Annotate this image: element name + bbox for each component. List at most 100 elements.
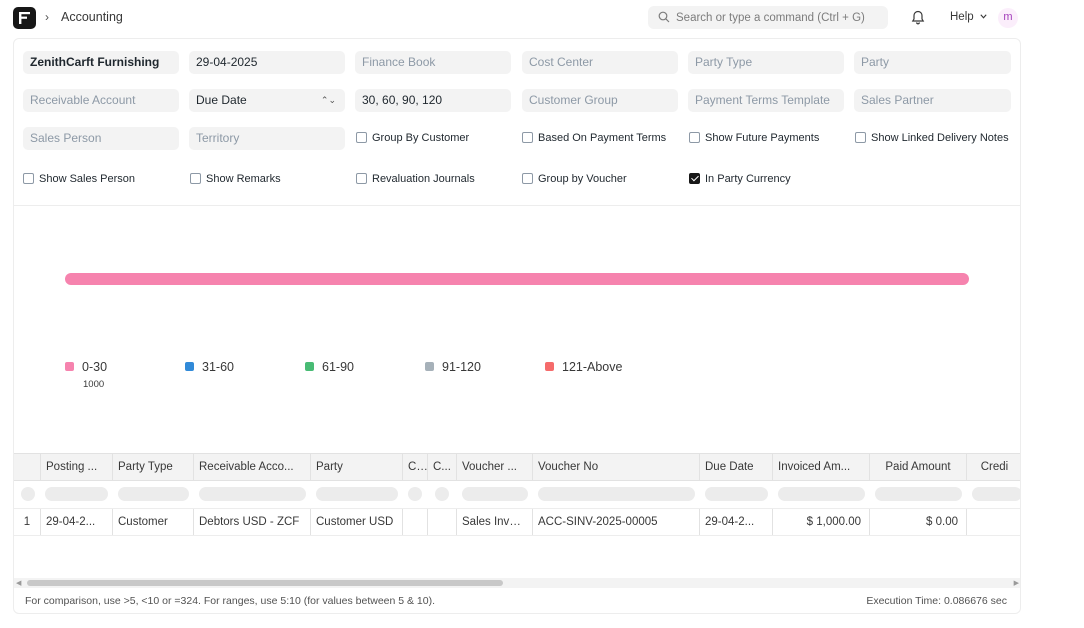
cell-due-date[interactable]: 29-04-2... xyxy=(700,509,773,535)
filter-placeholder[interactable] xyxy=(408,487,422,501)
legend-swatch xyxy=(305,362,314,371)
cell-credit-note[interactable] xyxy=(967,509,1020,535)
user-avatar[interactable]: m xyxy=(998,8,1018,28)
report-date-filter[interactable]: 29-04-2025 xyxy=(189,51,345,74)
checkbox-box[interactable] xyxy=(23,173,34,184)
legend-item-91-120[interactable]: 91-120 xyxy=(425,360,481,374)
awesomebar-search[interactable] xyxy=(648,6,888,29)
sales-partner-filter[interactable]: Sales Partner xyxy=(854,89,1011,112)
legend-label: 0-30 xyxy=(82,360,108,374)
frappe-logo-icon xyxy=(19,12,30,24)
filter-placeholder[interactable] xyxy=(778,487,865,501)
party-type-filter[interactable]: Party Type xyxy=(688,51,844,74)
filter-placeholder[interactable] xyxy=(875,487,962,501)
ageing-based-on-value: Due Date xyxy=(196,93,247,107)
cell-c1[interactable] xyxy=(403,509,428,535)
filter-placeholder[interactable] xyxy=(705,487,768,501)
legend-swatch xyxy=(425,362,434,371)
cell-receivable-account[interactable]: Debtors USD - ZCF xyxy=(194,509,311,535)
checkbox-label: Show Linked Delivery Notes xyxy=(871,132,1009,144)
checkbox-box[interactable] xyxy=(356,173,367,184)
filter-placeholder[interactable] xyxy=(316,487,398,501)
checkbox-label: Show Sales Person xyxy=(39,173,135,185)
checkbox-box-checked[interactable] xyxy=(689,173,700,184)
header-cell-due-date[interactable]: Due Date xyxy=(700,454,773,480)
show-linked-delivery-notes-checkbox[interactable]: Show Linked Delivery Notes xyxy=(855,132,1009,144)
receivable-account-filter[interactable]: Receivable Account xyxy=(23,89,179,112)
checkbox-box[interactable] xyxy=(522,132,533,143)
header-cell-receivable-account[interactable]: Receivable Acco... xyxy=(194,454,311,480)
header-cell-credit-note[interactable]: Credi xyxy=(967,454,1020,480)
cell-posting-date[interactable]: 29-04-2... xyxy=(41,509,113,535)
filter-placeholder[interactable] xyxy=(45,487,108,501)
ageing-ranges-filter[interactable]: 30, 60, 90, 120 xyxy=(355,89,511,112)
legend-swatch xyxy=(65,362,74,371)
checkbox-label: Show Future Payments xyxy=(705,132,820,144)
header-cell-c2[interactable]: C... xyxy=(428,454,457,480)
notification-bell-icon[interactable] xyxy=(911,10,925,25)
scroll-left-arrow-icon[interactable]: ◀ xyxy=(16,579,21,587)
filter-placeholder[interactable] xyxy=(972,487,1020,501)
header-cell-paid-amount[interactable]: Paid Amount xyxy=(870,454,967,480)
cell-party[interactable]: Customer USD xyxy=(311,509,403,535)
based-on-payment-terms-checkbox[interactable]: Based On Payment Terms xyxy=(522,132,666,144)
cell-paid-amount[interactable]: $ 0.00 xyxy=(870,509,967,535)
cell-c2[interactable] xyxy=(428,509,457,535)
scroll-right-arrow-icon[interactable]: ▶ xyxy=(1014,579,1019,587)
show-remarks-checkbox[interactable]: Show Remarks xyxy=(190,173,281,185)
checkbox-box[interactable] xyxy=(190,173,201,184)
checkbox-box[interactable] xyxy=(689,132,700,143)
checkbox-box[interactable] xyxy=(522,173,533,184)
table-row[interactable]: 1 29-04-2... Customer Debtors USD - ZCF … xyxy=(14,509,1020,536)
finance-book-filter[interactable]: Finance Book xyxy=(355,51,511,74)
filter-placeholder[interactable] xyxy=(435,487,449,501)
group-by-voucher-checkbox[interactable]: Group by Voucher xyxy=(522,173,627,185)
cell-party-type[interactable]: Customer xyxy=(113,509,194,535)
filter-placeholder[interactable] xyxy=(538,487,695,501)
app-logo[interactable] xyxy=(13,7,36,29)
territory-filter[interactable]: Territory xyxy=(189,127,345,150)
checkbox-label: Group By Customer xyxy=(372,132,470,144)
header-cell-invoiced-amount[interactable]: Invoiced Am... xyxy=(773,454,870,480)
filter-placeholder[interactable] xyxy=(462,487,528,501)
filter-placeholder[interactable] xyxy=(21,487,35,501)
legend-item-31-60[interactable]: 31-60 xyxy=(185,360,234,374)
horizontal-scrollbar[interactable]: ◀ ▶ xyxy=(14,578,1020,588)
header-cell-c1[interactable]: C... xyxy=(403,454,428,480)
checkbox-box[interactable] xyxy=(855,132,866,143)
show-sales-person-checkbox[interactable]: Show Sales Person xyxy=(23,173,135,185)
header-cell-voucher-type[interactable]: Voucher ... xyxy=(457,454,533,480)
filter-placeholder[interactable] xyxy=(199,487,306,501)
search-icon xyxy=(658,11,670,23)
breadcrumb-accounting[interactable]: Accounting xyxy=(61,10,123,24)
group-by-customer-checkbox[interactable]: Group By Customer xyxy=(356,132,469,144)
checkbox-box[interactable] xyxy=(356,132,367,143)
cell-invoiced-amount[interactable]: $ 1,000.00 xyxy=(773,509,870,535)
scrollbar-thumb[interactable] xyxy=(27,580,503,586)
customer-group-filter[interactable]: Customer Group xyxy=(522,89,678,112)
header-cell-posting-date[interactable]: Posting ... xyxy=(41,454,113,480)
legend-item-0-30[interactable]: 0-30 xyxy=(65,360,107,374)
legend-label: 61-90 xyxy=(322,360,354,374)
legend-item-61-90[interactable]: 61-90 xyxy=(305,360,354,374)
header-cell-party[interactable]: Party xyxy=(311,454,403,480)
help-dropdown[interactable]: Help xyxy=(950,11,987,23)
header-cell-party-type[interactable]: Party Type xyxy=(113,454,194,480)
in-party-currency-checkbox[interactable]: In Party Currency xyxy=(689,173,791,185)
sales-person-filter[interactable]: Sales Person xyxy=(23,127,179,150)
filter-placeholder[interactable] xyxy=(118,487,189,501)
cost-center-filter[interactable]: Cost Center xyxy=(522,51,678,74)
search-input[interactable] xyxy=(676,9,881,26)
company-filter[interactable]: ZenithCarft Furnishing xyxy=(23,51,179,74)
cell-voucher-no[interactable]: ACC-SINV-2025-00005 xyxy=(533,509,700,535)
cell-voucher-type[interactable]: Sales Invoi... xyxy=(457,509,533,535)
party-filter[interactable]: Party xyxy=(854,51,1011,74)
chart-bar-0-30[interactable] xyxy=(65,273,969,285)
show-future-payments-checkbox[interactable]: Show Future Payments xyxy=(689,132,819,144)
checkbox-label: Group by Voucher xyxy=(538,173,627,185)
legend-item-121-above[interactable]: 121-Above xyxy=(545,360,622,374)
header-cell-voucher-no[interactable]: Voucher No xyxy=(533,454,700,480)
ageing-based-on-select[interactable]: Due Date ⌃⌄ xyxy=(189,89,345,112)
revaluation-journals-checkbox[interactable]: Revaluation Journals xyxy=(356,173,475,185)
payment-terms-template-filter[interactable]: Payment Terms Template xyxy=(688,89,844,112)
